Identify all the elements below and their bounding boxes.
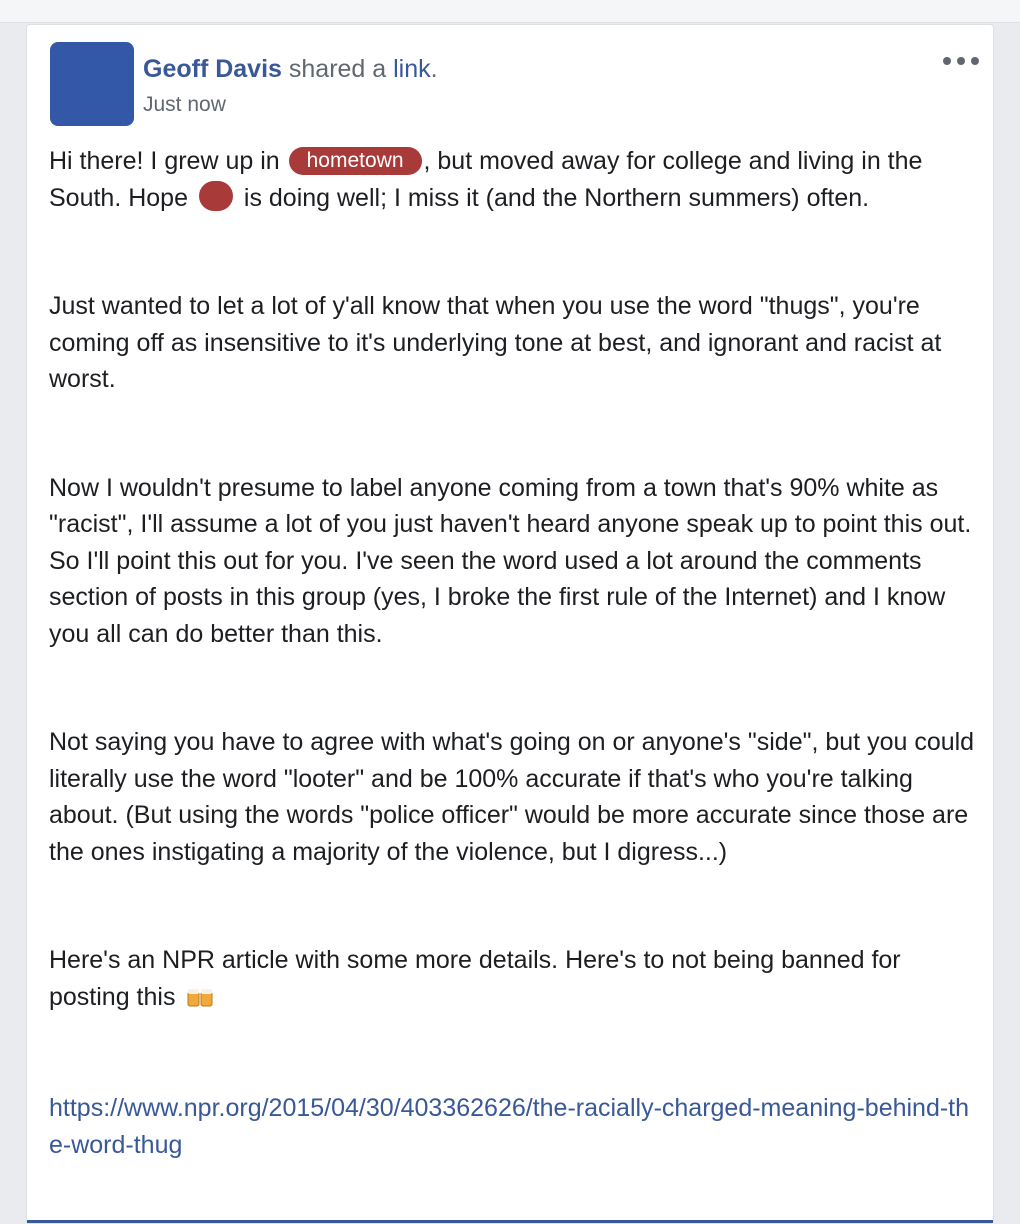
author-name[interactable]: Geoff Davis bbox=[143, 55, 282, 83]
paragraph-3: Now I wouldn't presume to label anyone c… bbox=[49, 473, 972, 648]
post-card: Geoff Davis shared a link. Just now Hi t… bbox=[26, 24, 994, 1224]
avatar[interactable] bbox=[50, 42, 134, 126]
npr-article-link[interactable]: https://www.npr.org/2015/04/30/403362626… bbox=[49, 1094, 969, 1159]
post-timestamp[interactable]: Just now bbox=[143, 93, 226, 117]
paragraph-intro: Hi there! I grew up in hometown, but mov… bbox=[49, 147, 923, 212]
paragraph-link: https://www.npr.org/2015/04/30/403362626… bbox=[49, 1090, 979, 1163]
paragraph-4: Not saying you have to agree with what's… bbox=[49, 728, 975, 866]
more-options-icon[interactable] bbox=[943, 51, 979, 71]
shared-text: shared a bbox=[281, 55, 394, 83]
redacted-town-name bbox=[198, 180, 233, 211]
header-period: . bbox=[430, 55, 438, 83]
redacted-hometown: hometown bbox=[288, 147, 422, 175]
shared-link[interactable]: link bbox=[393, 55, 431, 83]
post-header: Geoff Davis shared a link. bbox=[143, 55, 438, 84]
paragraph-2: Just wanted to let a lot of y'all know t… bbox=[49, 292, 942, 393]
beer-mugs-icon bbox=[186, 982, 216, 1019]
card-bottom-accent bbox=[27, 1220, 993, 1223]
feed-top-strip bbox=[0, 0, 1020, 23]
post-body: Hi there! I grew up in hometown, but mov… bbox=[49, 143, 979, 1163]
paragraph-5: Here's an NPR article with some more det… bbox=[49, 942, 979, 1018]
